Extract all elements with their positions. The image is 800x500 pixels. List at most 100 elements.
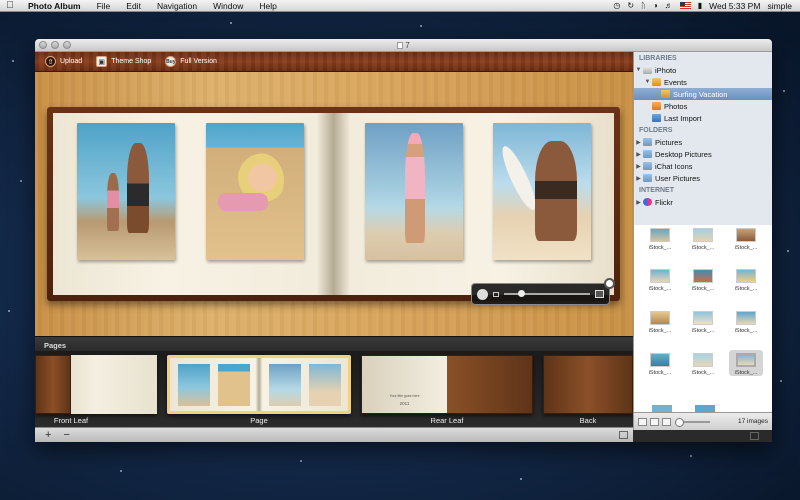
menu-clock[interactable]: Wed 5:33 PM [709,1,760,11]
grid-item[interactable]: iStock_... [643,269,677,292]
folder-icon [643,150,652,158]
add-page-button[interactable]: + [45,429,51,441]
grid-item-selected[interactable]: iStock_... [729,350,763,376]
star [230,22,232,24]
sidebar-item-photos[interactable]: Photos [634,100,772,112]
sidebar-item-label: Events [664,77,687,87]
sidebar-item-events[interactable]: ▼ Events [634,76,772,88]
upload-icon: ⇧ [45,56,56,67]
disclosure-closed-icon[interactable]: ▶ [634,139,643,146]
menu-help[interactable]: Help [251,1,284,11]
sidebar-item-label: iPhoto [655,65,677,75]
star [12,60,14,62]
disclosure-closed-icon[interactable]: ▶ [634,151,643,158]
sidebar-item-surfing-vacation[interactable]: Surfing Vacation [634,88,772,100]
upload-button[interactable]: ⇧ Upload [45,56,82,67]
toggle-view-icon[interactable] [619,431,628,439]
star [520,478,522,480]
grid-thumbnail [693,269,713,283]
menu-file[interactable]: File [89,1,119,11]
thumbnail-mode-icon[interactable] [477,288,488,300]
sidebar-toggle-icon[interactable] [750,432,759,440]
detail-view-icon[interactable] [662,417,671,426]
sidebar-item-label: Last Import [664,113,702,123]
thumb-front-leaf[interactable] [35,355,157,414]
zoom-slider[interactable] [504,290,590,297]
menu-window[interactable]: Window [205,1,251,11]
menu-user[interactable]: simple [767,1,792,11]
grid-item[interactable]: iStock_... [643,311,677,334]
grid-item[interactable]: iStock_... [686,311,720,334]
grid-thumbnail [736,269,756,283]
list-view-icon[interactable] [650,417,659,426]
book-spread [53,113,614,295]
sidebar-item-iphoto[interactable]: ▼ iPhoto [634,64,772,76]
rear-leaf-inner: Your title goes here 2011 [362,356,447,413]
sync-icon[interactable]: ↻ [627,1,634,10]
grid-item[interactable]: iStock_... [729,228,763,251]
sidebar-item-label: Pictures [655,137,683,147]
photo-figure-man [127,143,149,233]
sidebar-item-ichat-icons[interactable]: ▶ iChat Icons [634,160,772,172]
disclosure-closed-icon[interactable]: ▶ [634,163,643,170]
apple-menu-icon[interactable]:  [0,0,20,11]
disclosure-open-icon[interactable]: ▼ [643,79,652,85]
time-machine-icon[interactable]: ◷ [613,1,620,10]
menu-navigation[interactable]: Navigation [149,1,205,11]
mini-photo-4 [309,364,341,406]
disclosure-open-icon[interactable]: ▼ [634,67,643,73]
title-bar: 7 [35,39,772,52]
zoom-slider-knob[interactable] [518,290,525,297]
disclosure-closed-icon[interactable]: ▶ [634,175,643,182]
sidebar-item-desktop-pictures[interactable]: ▶ Desktop Pictures [634,148,772,160]
grid-item[interactable]: iStock_... [643,228,677,251]
star [787,250,789,252]
grid-thumbnail [650,269,670,283]
zoom-in-icon[interactable] [595,290,604,298]
book-photo-2[interactable] [206,123,304,260]
menu-app[interactable]: Photo Album [20,1,89,11]
grid-view-icon[interactable] [638,417,647,426]
grid-item[interactable]: iStock_... [686,228,720,251]
grid-item[interactable]: iStock_... [643,353,677,376]
star [8,310,10,312]
close-zoom-icon[interactable] [604,278,615,289]
grid-item-label: iStock_... [734,370,758,376]
bluetooth-icon[interactable]: ᚢ [641,1,646,10]
thumb-page[interactable] [167,355,351,414]
grid-item[interactable]: iStock_... [686,353,720,376]
book-photo-1[interactable] [77,123,175,260]
photo-figure-child [107,173,119,231]
input-source-flag-icon[interactable] [679,2,691,9]
grid-item[interactable]: iStock_... [729,311,763,334]
volume-icon[interactable]: ♬ [665,1,673,10]
thumb-back[interactable] [543,355,633,414]
zoom-control [471,278,615,305]
battery-icon[interactable]: ▮ [698,1,702,10]
menu-edit[interactable]: Edit [118,1,149,11]
internet-heading: INTERNET [639,187,674,194]
wifi-icon[interactable]: ◑ [653,1,658,10]
zoom-out-icon[interactable] [493,291,499,297]
thumb-rear-leaf[interactable]: Your title goes here 2011 [361,355,533,414]
thumbnail-size-slider[interactable] [675,417,710,427]
theme-shop-button[interactable]: ▣ Theme Shop [96,56,151,67]
grid-item-label: iStock_... [734,245,758,251]
photo-figure-couple [535,141,577,241]
sidebar-item-flickr[interactable]: ▶ Flickr [634,196,772,208]
grid-thumbnail [736,228,756,242]
full-version-button[interactable]: Buy Full Version [165,56,217,67]
photos-icon [652,102,661,110]
book-photo-3[interactable] [365,123,463,260]
sidebar-item-last-import[interactable]: Last Import [634,112,772,124]
sidebar-item-pictures[interactable]: ▶ Pictures [634,136,772,148]
sidebar-item-user-pictures[interactable]: ▶ User Pictures [634,172,772,184]
thumb-front-leaf-label: Front Leaf [53,416,89,425]
remove-page-button[interactable]: − [63,429,69,441]
image-count: 17 images [738,418,768,425]
book-photo-4[interactable] [493,123,591,260]
disclosure-closed-icon[interactable]: ▶ [634,199,643,206]
grid-item[interactable]: iStock_... [686,269,720,292]
grid-item[interactable]: iStock_... [729,269,763,292]
rear-leaf-year: 2011 [399,401,410,406]
